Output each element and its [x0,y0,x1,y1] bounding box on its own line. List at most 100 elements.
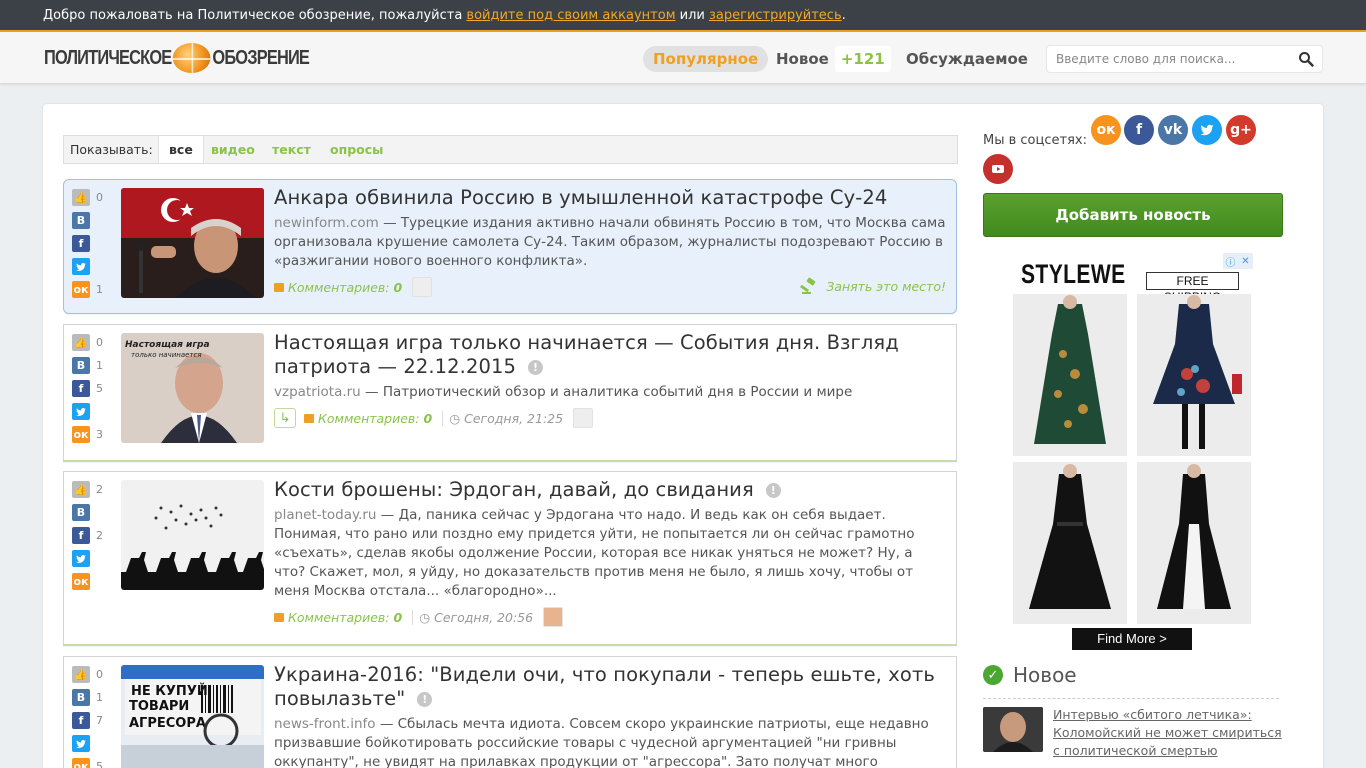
like-counter[interactable]: 👍 0 [72,189,108,206]
share-vk[interactable]: В1 [72,357,108,374]
gavel-icon [800,277,816,294]
share-facebook[interactable]: f [72,235,108,252]
search-icon[interactable] [1298,51,1314,67]
nav-popular[interactable]: Популярное [643,46,769,72]
svg-text:Настоящая игра: Настоящая игра [125,340,210,350]
news-description: planet-today.ru — Да, паника сейчас у Эр… [274,507,915,599]
news-title[interactable]: Украина-2016: "Видели очи, что покупали … [274,663,935,710]
info-icon[interactable]: ! [417,692,433,707]
news-source[interactable]: planet-today.ru [274,507,376,523]
share-twitter[interactable] [72,735,108,752]
share-odnoklassniki[interactable]: ок [72,573,108,590]
advertisement-banner[interactable]: STYLEWE FREE SHIPPING ⓘ✕ Find More > [1013,253,1253,653]
like-counter[interactable]: 👍 2 [72,481,108,498]
logo-text-left: ПОЛИТИЧЕСКОЕ [44,46,172,69]
news-thumbnail[interactable]: Настоящая игра только начинается [121,333,264,443]
share-twitter[interactable] [72,550,108,567]
welcome-bar: Добро пожаловать на Политическое обозрен… [0,0,1366,32]
filter-video[interactable]: видео [211,136,255,163]
filter-label: Показывать: [70,142,153,157]
ad-product-image[interactable] [1137,462,1251,624]
ad-find-more-button[interactable]: Find More > [1072,628,1192,650]
add-news-button[interactable]: Добавить новость [983,193,1283,237]
share-vk[interactable]: В [72,504,108,521]
share-facebook[interactable]: f5 [72,380,108,397]
news-title[interactable]: Настоящая игра только начинается — Событ… [274,331,899,378]
news-thumbnail[interactable] [121,188,264,298]
welcome-end: . [841,8,846,23]
share-twitter[interactable] [72,403,108,420]
thumbs-up-icon: 👍 [72,189,90,206]
news-source[interactable]: news-front.info [274,716,376,732]
claim-spot-link[interactable]: Занять это место! [800,277,946,295]
ad-product-image[interactable] [1013,462,1127,624]
search-box [1046,45,1323,73]
comments-link[interactable]: Комментариев: 0 [304,411,432,426]
search-input[interactable] [1047,46,1287,72]
news-source[interactable]: vzpatriota.ru [274,384,361,400]
google-plus-social-icon[interactable]: g+ [1226,115,1256,145]
ad-product-image[interactable] [1137,294,1251,456]
odnoklassniki-social-icon[interactable]: ок [1091,115,1121,145]
news-source[interactable]: newinform.com [274,215,379,231]
info-icon[interactable]: ! [528,360,543,375]
thumbs-up-icon: 👍 [72,666,90,683]
news-item: 👍 0 В f ок 1 Анкара обвинила Россию в умыш… [63,179,957,314]
globe-icon [173,43,211,73]
author-avatar[interactable] [412,277,433,297]
news-thumbnail[interactable] [121,480,264,590]
login-link[interactable]: войдите под своим аккаунтом [466,8,675,23]
share-odnoklassniki[interactable]: ок 1 [72,281,108,298]
nav-new-label: Новое [776,50,829,68]
new-count-badge: +121 [834,46,891,72]
comments-link[interactable]: Комментариев: 0 [274,280,402,295]
author-avatar[interactable] [543,607,564,627]
news-description: news-front.info — Сбылась мечта идиота. … [274,716,929,768]
comment-icon [304,413,314,423]
filter-polls[interactable]: опросы [330,136,383,163]
share-vk[interactable]: В1 [72,689,108,706]
like-counter[interactable]: 👍 0 [72,666,108,683]
share-facebook[interactable]: f2 [72,527,108,544]
facebook-social-icon[interactable]: f [1124,115,1154,145]
new-item-thumbnail[interactable] [983,707,1043,752]
info-icon[interactable]: ! [765,483,781,498]
news-title-row: Украина-2016: "Видели очи, что покупали … [274,663,946,711]
news-time: ◷ Сегодня, 20:56 [412,609,533,625]
nav-discussed[interactable]: Обсуждаемое [906,46,1028,72]
share-odnoklassniki[interactable]: ок 5 [72,758,108,768]
new-item-link[interactable]: Интервью «сбитого летчика»: Коломойский … [1053,706,1288,760]
news-description: vzpatriota.ru — Патриотический обзор и а… [274,384,853,400]
share-facebook[interactable]: f7 [72,712,108,729]
vk-social-icon[interactable]: vk [1158,115,1188,145]
share-vk[interactable]: В [72,212,108,229]
comments-link[interactable]: Комментариев: 0 [274,610,402,625]
ad-choices-icon[interactable]: ⓘ ✕ [1223,253,1253,269]
youtube-social-icon[interactable] [983,154,1013,184]
news-title[interactable]: Кости брошены: Эрдоган, давай, до свидан… [274,478,754,501]
odnoklassniki-icon: ок [72,281,90,298]
facebook-icon: f [72,712,90,729]
ad-product-image[interactable] [1013,294,1127,456]
news-thumbnail[interactable]: НЕ КУПУЙ ТОВАРИ АГРЕСОРА [121,665,264,768]
filter-all[interactable]: все [158,136,204,163]
filter-text[interactable]: текст [272,136,311,163]
news-item: 👍 2 В f2 ок Кости брошены: Эрдоган, дава… [63,471,957,646]
new-section-title: ✓ Новое [983,663,1077,687]
share-arrow-icon[interactable]: ↳ [274,408,296,428]
site-logo[interactable]: ПОЛИТИЧЕСКОЕ ОБОЗРЕНИЕ [44,42,310,74]
news-item: 👍 0 В1 f5 ок 3 Настоящая игра только начин… [63,324,957,462]
news-title[interactable]: Анкара обвинила Россию в умышленной ката… [274,186,887,209]
odnoklassniki-icon: ок [72,573,90,590]
vk-icon: В [72,689,90,706]
main-panel: Показывать: все видео текст опросы 👍 0 В … [43,104,1323,768]
register-link[interactable]: зарегистрируйтесь [709,8,842,23]
comment-icon [274,282,284,292]
author-avatar[interactable] [573,408,594,428]
news-title-row: Кости брошены: Эрдоган, давай, до свидан… [274,478,946,502]
share-odnoklassniki[interactable]: ок 3 [72,426,108,443]
nav-new[interactable]: Новое +121 [776,46,891,72]
share-twitter[interactable] [72,258,108,275]
twitter-social-icon[interactable] [1192,115,1222,145]
like-counter[interactable]: 👍 0 [72,334,108,351]
